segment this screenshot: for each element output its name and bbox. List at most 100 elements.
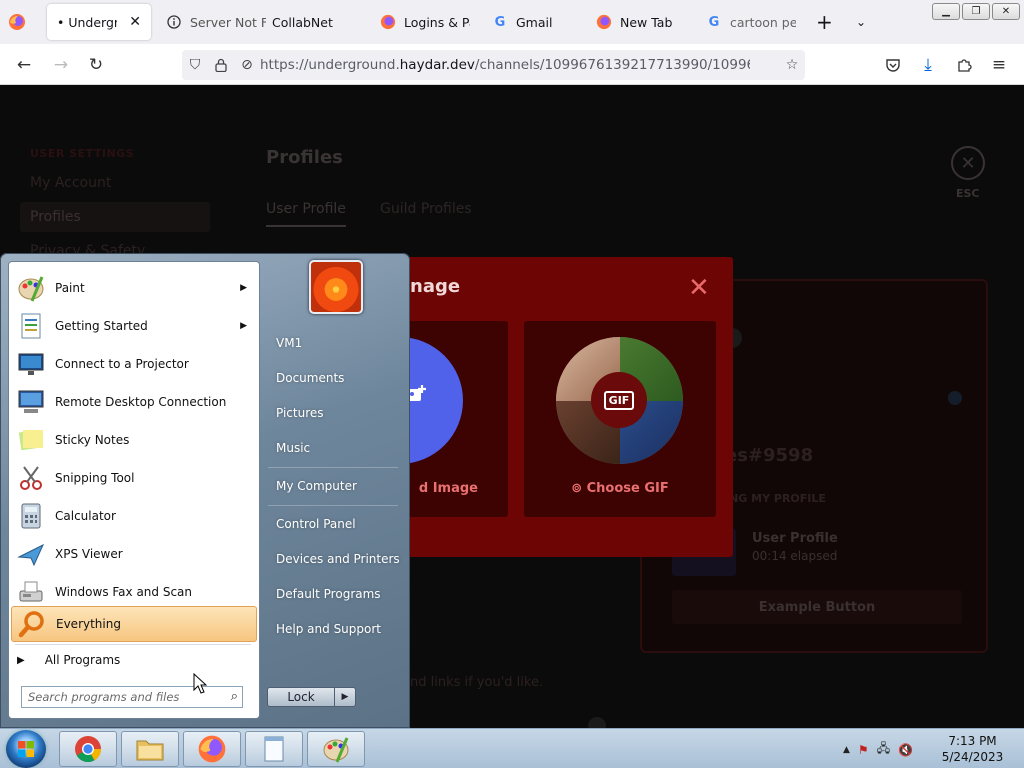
program-label: Getting Started xyxy=(55,319,148,333)
program-paint[interactable]: Paint ▶ xyxy=(11,270,257,306)
program-everything[interactable]: Everything xyxy=(11,606,257,642)
taskbar-clock[interactable]: 7:13 PM 5/24/2023 xyxy=(930,733,1015,765)
sidebar-item-profiles[interactable]: Profiles xyxy=(30,209,81,225)
gif-badge-icon: GIF xyxy=(591,372,647,428)
folder-icon xyxy=(136,740,164,761)
minimize-button[interactable]: ▁ xyxy=(932,3,960,20)
tab-label: Server Not F xyxy=(190,14,266,30)
bookmark-star-icon[interactable]: ☆ xyxy=(779,50,805,80)
program-fax-scan[interactable]: Windows Fax and Scan xyxy=(11,574,257,610)
start-search-input[interactable]: Search programs and files ⌕ xyxy=(21,686,243,708)
list-all-tabs-chevron-down-icon[interactable]: ⌄ xyxy=(850,4,878,40)
customizing-heading: ING MY PROFILE xyxy=(725,492,826,505)
start-link-control-panel[interactable]: Control Panel xyxy=(276,517,356,531)
close-window-button[interactable]: ✕ xyxy=(992,3,1020,20)
network-icon[interactable]: 🖧 xyxy=(877,739,890,760)
program-label: Windows Fax and Scan xyxy=(55,585,193,599)
shutdown-options-arrow-icon[interactable]: ▶ xyxy=(334,687,356,707)
tab-guild-profiles[interactable]: Guild Profiles xyxy=(380,201,472,217)
tracking-shield-icon[interactable]: ⛉ xyxy=(182,50,208,80)
search-icon[interactable]: ⌕ xyxy=(231,689,238,704)
pocket-icon[interactable] xyxy=(882,54,904,76)
program-snipping-tool[interactable]: Snipping Tool xyxy=(11,460,257,496)
tab-collabnet[interactable]: CollabNet xyxy=(262,4,372,40)
choose-gif-label: ⊚ Choose GIF xyxy=(571,481,669,496)
search-placeholder: Search programs and files xyxy=(28,690,180,704)
program-label: Connect to a Projector xyxy=(55,357,189,371)
tab-server-not-found[interactable]: Server Not F xyxy=(156,4,276,40)
start-menu-programs-pane: Paint ▶ Getting Started ▶ Connect to a P… xyxy=(8,261,260,719)
activity-elapsed: 00:14 elapsed xyxy=(752,549,838,563)
show-hidden-icons-icon[interactable]: ▲ xyxy=(843,745,850,755)
program-label: Everything xyxy=(56,617,121,631)
taskbar-paint[interactable] xyxy=(307,731,365,767)
program-label: Sticky Notes xyxy=(55,433,130,447)
program-calculator[interactable]: Calculator xyxy=(11,498,257,534)
back-arrow-icon[interactable]: ← xyxy=(13,54,35,76)
activity-title: User Profile xyxy=(752,531,838,546)
taskbar-notepad[interactable] xyxy=(245,731,303,767)
reload-icon[interactable]: ↻ xyxy=(85,54,107,76)
start-button[interactable] xyxy=(6,730,46,768)
program-connect-projector[interactable]: Connect to a Projector xyxy=(11,346,257,382)
start-link-documents[interactable]: Documents xyxy=(276,371,344,385)
start-link-music[interactable]: Music xyxy=(276,441,310,455)
help-dot xyxy=(588,717,606,728)
program-sticky-notes[interactable]: Sticky Notes xyxy=(11,422,257,458)
lock-icon[interactable] xyxy=(208,50,234,80)
submenu-arrow-icon[interactable]: ▶ xyxy=(240,283,247,293)
start-link-devices-printers[interactable]: Devices and Printers xyxy=(276,552,400,566)
tab-label: Logins & Pa xyxy=(404,14,470,30)
start-link-default-programs[interactable]: Default Programs xyxy=(276,587,381,601)
program-remote-desktop[interactable]: Remote Desktop Connection xyxy=(11,384,257,420)
everything-search-icon xyxy=(16,608,48,640)
about-me-hint: nd links if you'd like. xyxy=(410,675,544,690)
sidebar-item-my-account[interactable]: My Account xyxy=(30,175,111,191)
extensions-puzzle-icon[interactable] xyxy=(953,54,975,76)
url-bar[interactable]: ⛉ ⊘ https://underground.haydar.dev/chann… xyxy=(182,50,805,80)
tab-new-tab[interactable]: New Tab xyxy=(586,4,696,40)
taskbar-firefox[interactable] xyxy=(183,731,241,767)
snipping-tool-icon xyxy=(15,462,47,494)
lock-button[interactable]: Lock xyxy=(267,687,335,707)
tab-gmail[interactable]: G Gmail xyxy=(482,4,592,40)
taskbar: ▲ ⚑ 🖧 🔇 7:13 PM 5/24/2023 xyxy=(0,728,1024,768)
downloads-icon[interactable]: ⤓ xyxy=(917,54,939,76)
choose-gif-option[interactable]: GIF ⊚ Choose GIF xyxy=(524,321,716,517)
firefox-menu-icon[interactable] xyxy=(8,8,30,36)
divider xyxy=(15,644,251,645)
start-link-help-support[interactable]: Help and Support xyxy=(276,622,381,636)
program-getting-started[interactable]: Getting Started ▶ xyxy=(11,308,257,344)
url-text[interactable]: https://underground.haydar.dev/channels/… xyxy=(260,57,750,73)
tab-underground[interactable]: • Undergroun ✕ xyxy=(47,4,151,40)
start-link-pictures[interactable]: Pictures xyxy=(276,406,324,420)
taskbar-explorer[interactable] xyxy=(121,731,179,767)
start-link-my-computer[interactable]: My Computer xyxy=(276,479,357,493)
modal-close-icon[interactable]: ✕ xyxy=(688,275,710,301)
program-xps-viewer[interactable]: XPS Viewer xyxy=(11,536,257,572)
permissions-icon[interactable]: ⊘ xyxy=(234,50,260,80)
sticky-notes-icon xyxy=(15,424,47,456)
forward-arrow-icon[interactable]: → xyxy=(50,54,72,76)
taskbar-chrome[interactable] xyxy=(59,731,117,767)
tab-close-icon[interactable]: ✕ xyxy=(129,14,141,30)
getting-started-icon xyxy=(15,310,47,342)
all-programs-button[interactable]: ▶ All Programs xyxy=(17,648,253,672)
restore-button[interactable]: ❐ xyxy=(962,3,990,20)
close-settings-icon[interactable]: ✕ xyxy=(951,146,985,180)
profile-username: es#9598 xyxy=(725,445,814,466)
tab-user-profile[interactable]: User Profile xyxy=(266,201,346,227)
fax-scan-icon xyxy=(15,576,47,608)
action-center-flag-icon[interactable]: ⚑ xyxy=(858,743,869,757)
submenu-arrow-icon[interactable]: ▶ xyxy=(240,321,247,331)
volume-muted-icon[interactable]: 🔇 xyxy=(898,743,913,757)
tab-cartoon-pea[interactable]: G cartoon pea xyxy=(696,4,806,40)
example-button[interactable]: Example Button xyxy=(672,590,962,624)
projector-icon xyxy=(15,348,47,380)
tab-logins[interactable]: Logins & Pa xyxy=(370,4,480,40)
user-account-picture[interactable] xyxy=(309,260,363,314)
google-icon: G xyxy=(708,14,720,30)
new-tab-plus-icon[interactable]: + xyxy=(810,4,838,40)
start-link-vm1[interactable]: VM1 xyxy=(276,336,302,350)
hamburger-menu-icon[interactable]: ≡ xyxy=(988,54,1010,76)
